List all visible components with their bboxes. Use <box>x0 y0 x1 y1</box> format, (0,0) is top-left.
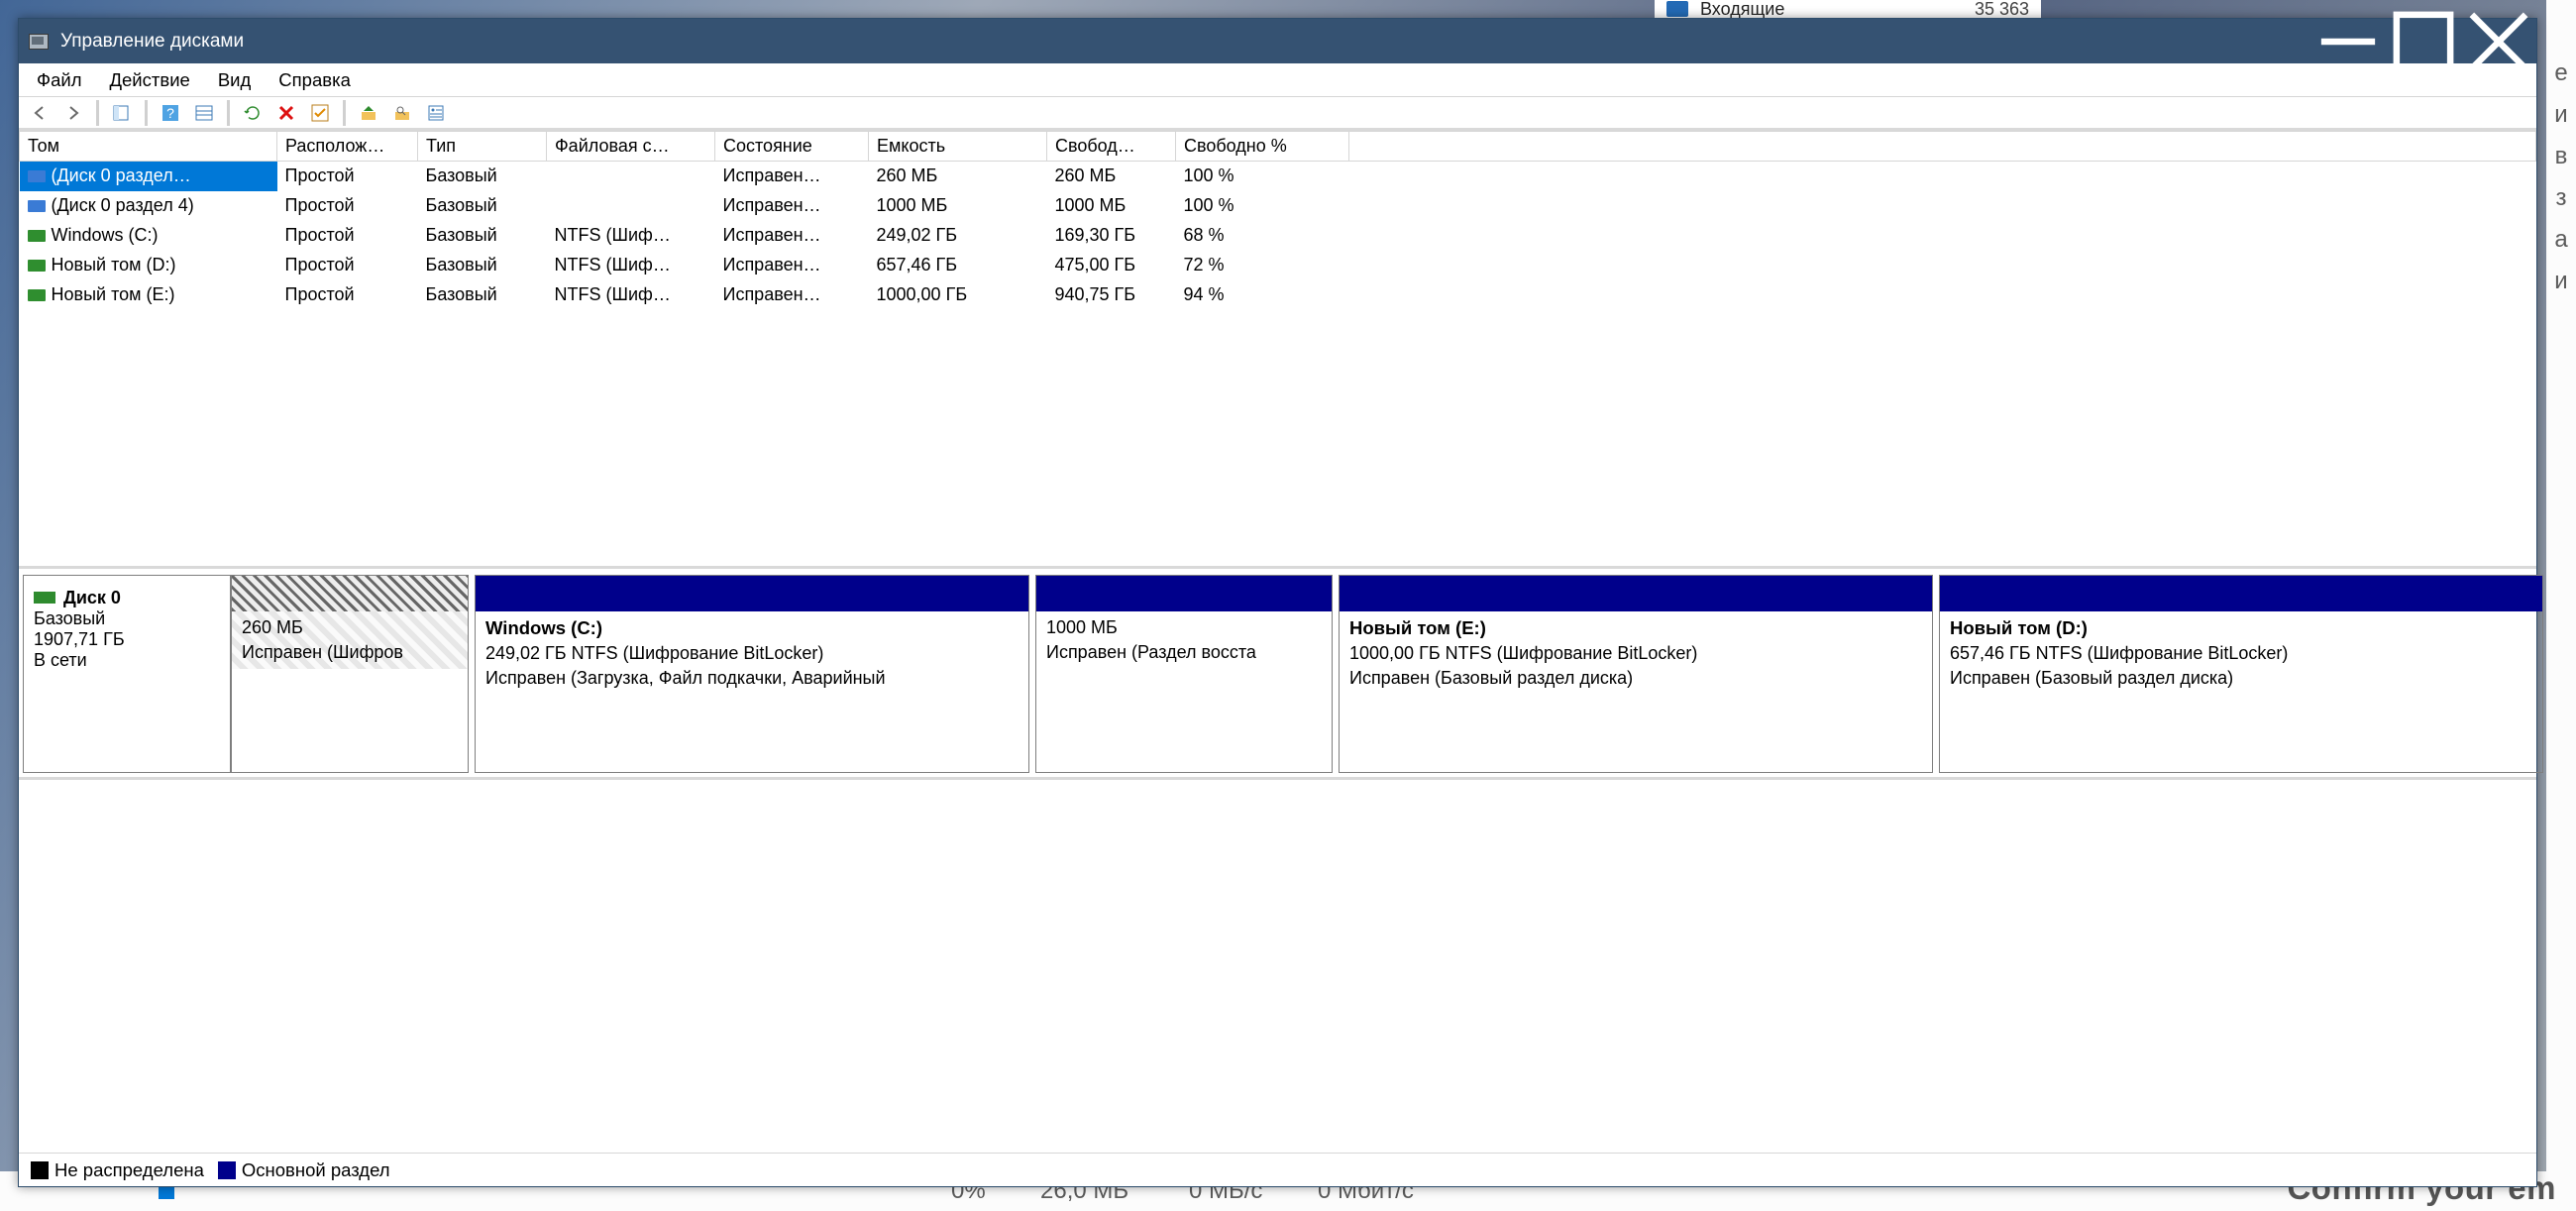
partition[interactable]: 1000 МБИсправен (Раздел восста <box>1035 575 1333 773</box>
swatch-primary <box>218 1161 236 1179</box>
maximize-button[interactable] <box>2386 19 2461 63</box>
delete-icon[interactable] <box>273 100 299 126</box>
disk-status: В сети <box>34 650 220 671</box>
partition[interactable]: 260 МБИсправен (Шифров <box>231 575 469 773</box>
separator <box>343 100 346 126</box>
table-row[interactable]: (Диск 0 раздел 4)ПростойБазовыйИсправен…… <box>20 191 2536 221</box>
col-free[interactable]: Свобод… <box>1047 132 1176 162</box>
svg-text:?: ? <box>166 105 174 121</box>
column-headers[interactable]: Том Располож… Тип Файловая с… Состояние … <box>20 132 2536 162</box>
partition[interactable]: Новый том (E:)1000,00 ГБ NTFS (Шифровани… <box>1339 575 1933 773</box>
menu-view[interactable]: Вид <box>208 65 265 95</box>
toolbar: ? <box>19 97 2536 131</box>
table-row[interactable]: Новый том (D:)ПростойБазовыйNTFS (Шиф…Ис… <box>20 251 2536 280</box>
close-button[interactable] <box>2461 19 2536 63</box>
right-edge-decor: еивзаи <box>2546 0 2576 1211</box>
table-row[interactable]: Windows (C:)ПростойБазовыйNTFS (Шиф…Испр… <box>20 221 2536 251</box>
separator <box>227 100 230 126</box>
swatch-unallocated <box>31 1161 49 1179</box>
col-fs[interactable]: Файловая с… <box>547 132 715 162</box>
legend-primary: Основной раздел <box>242 1159 390 1180</box>
disk-header[interactable]: Диск 0 Базовый 1907,71 ГБ В сети <box>23 575 231 773</box>
volumes-list[interactable]: Том Располож… Тип Файловая с… Состояние … <box>19 131 2536 569</box>
separator <box>96 100 99 126</box>
partition[interactable]: Новый том (D:)657,46 ГБ NTFS (Шифрование… <box>1939 575 2543 773</box>
app-icon <box>29 34 49 50</box>
legend-unallocated: Не распределена <box>54 1159 204 1180</box>
back-button[interactable] <box>27 100 53 126</box>
col-capacity[interactable]: Емкость <box>869 132 1047 162</box>
properties-icon[interactable] <box>423 100 449 126</box>
partition[interactable]: Windows (C:)249,02 ГБ NTFS (Шифрование B… <box>475 575 1029 773</box>
menu-action[interactable]: Действие <box>99 65 203 95</box>
search-icon[interactable] <box>389 100 415 126</box>
col-type[interactable]: Тип <box>418 132 547 162</box>
menu-file[interactable]: Файл <box>27 65 95 95</box>
refresh-icon[interactable] <box>240 100 266 126</box>
disk-layout-pane[interactable]: Диск 0 Базовый 1907,71 ГБ В сети 260 МБИ… <box>19 569 2536 780</box>
table-row[interactable]: (Диск 0 раздел…ПростойБазовыйИсправен…26… <box>20 162 2536 191</box>
col-volume[interactable]: Том <box>20 132 277 162</box>
help-icon[interactable]: ? <box>158 100 183 126</box>
separator <box>145 100 148 126</box>
disk-size: 1907,71 ГБ <box>34 629 220 650</box>
forward-button[interactable] <box>60 100 86 126</box>
disk-kind: Базовый <box>34 608 220 629</box>
settings-list-icon[interactable] <box>191 100 217 126</box>
menubar: Файл Действие Вид Справка <box>19 63 2536 97</box>
menu-help[interactable]: Справка <box>268 65 365 95</box>
disk-name: Диск 0 <box>63 588 121 607</box>
show-hide-tree-icon[interactable] <box>109 100 135 126</box>
minimize-button[interactable] <box>2310 19 2386 63</box>
titlebar[interactable]: Управление дисками <box>19 19 2536 63</box>
background-mail-fragment: Входящие35 363 <box>1655 0 2041 18</box>
col-state[interactable]: Состояние <box>715 132 869 162</box>
col-layout[interactable]: Располож… <box>277 132 418 162</box>
apply-icon[interactable] <box>307 100 333 126</box>
empty-space <box>19 780 2536 1153</box>
disk-icon <box>34 592 55 604</box>
legend-bar: Не распределена Основной раздел <box>19 1153 2536 1186</box>
window-title: Управление дисками <box>60 31 244 53</box>
table-row[interactable]: Новый том (E:)ПростойБазовыйNTFS (Шиф…Ис… <box>20 280 2536 310</box>
up-arrow-icon[interactable] <box>356 100 381 126</box>
disk-management-window: Управление дисками Файл Действие Вид Спр… <box>18 18 2537 1187</box>
col-freepct[interactable]: Свободно % <box>1176 132 1349 162</box>
